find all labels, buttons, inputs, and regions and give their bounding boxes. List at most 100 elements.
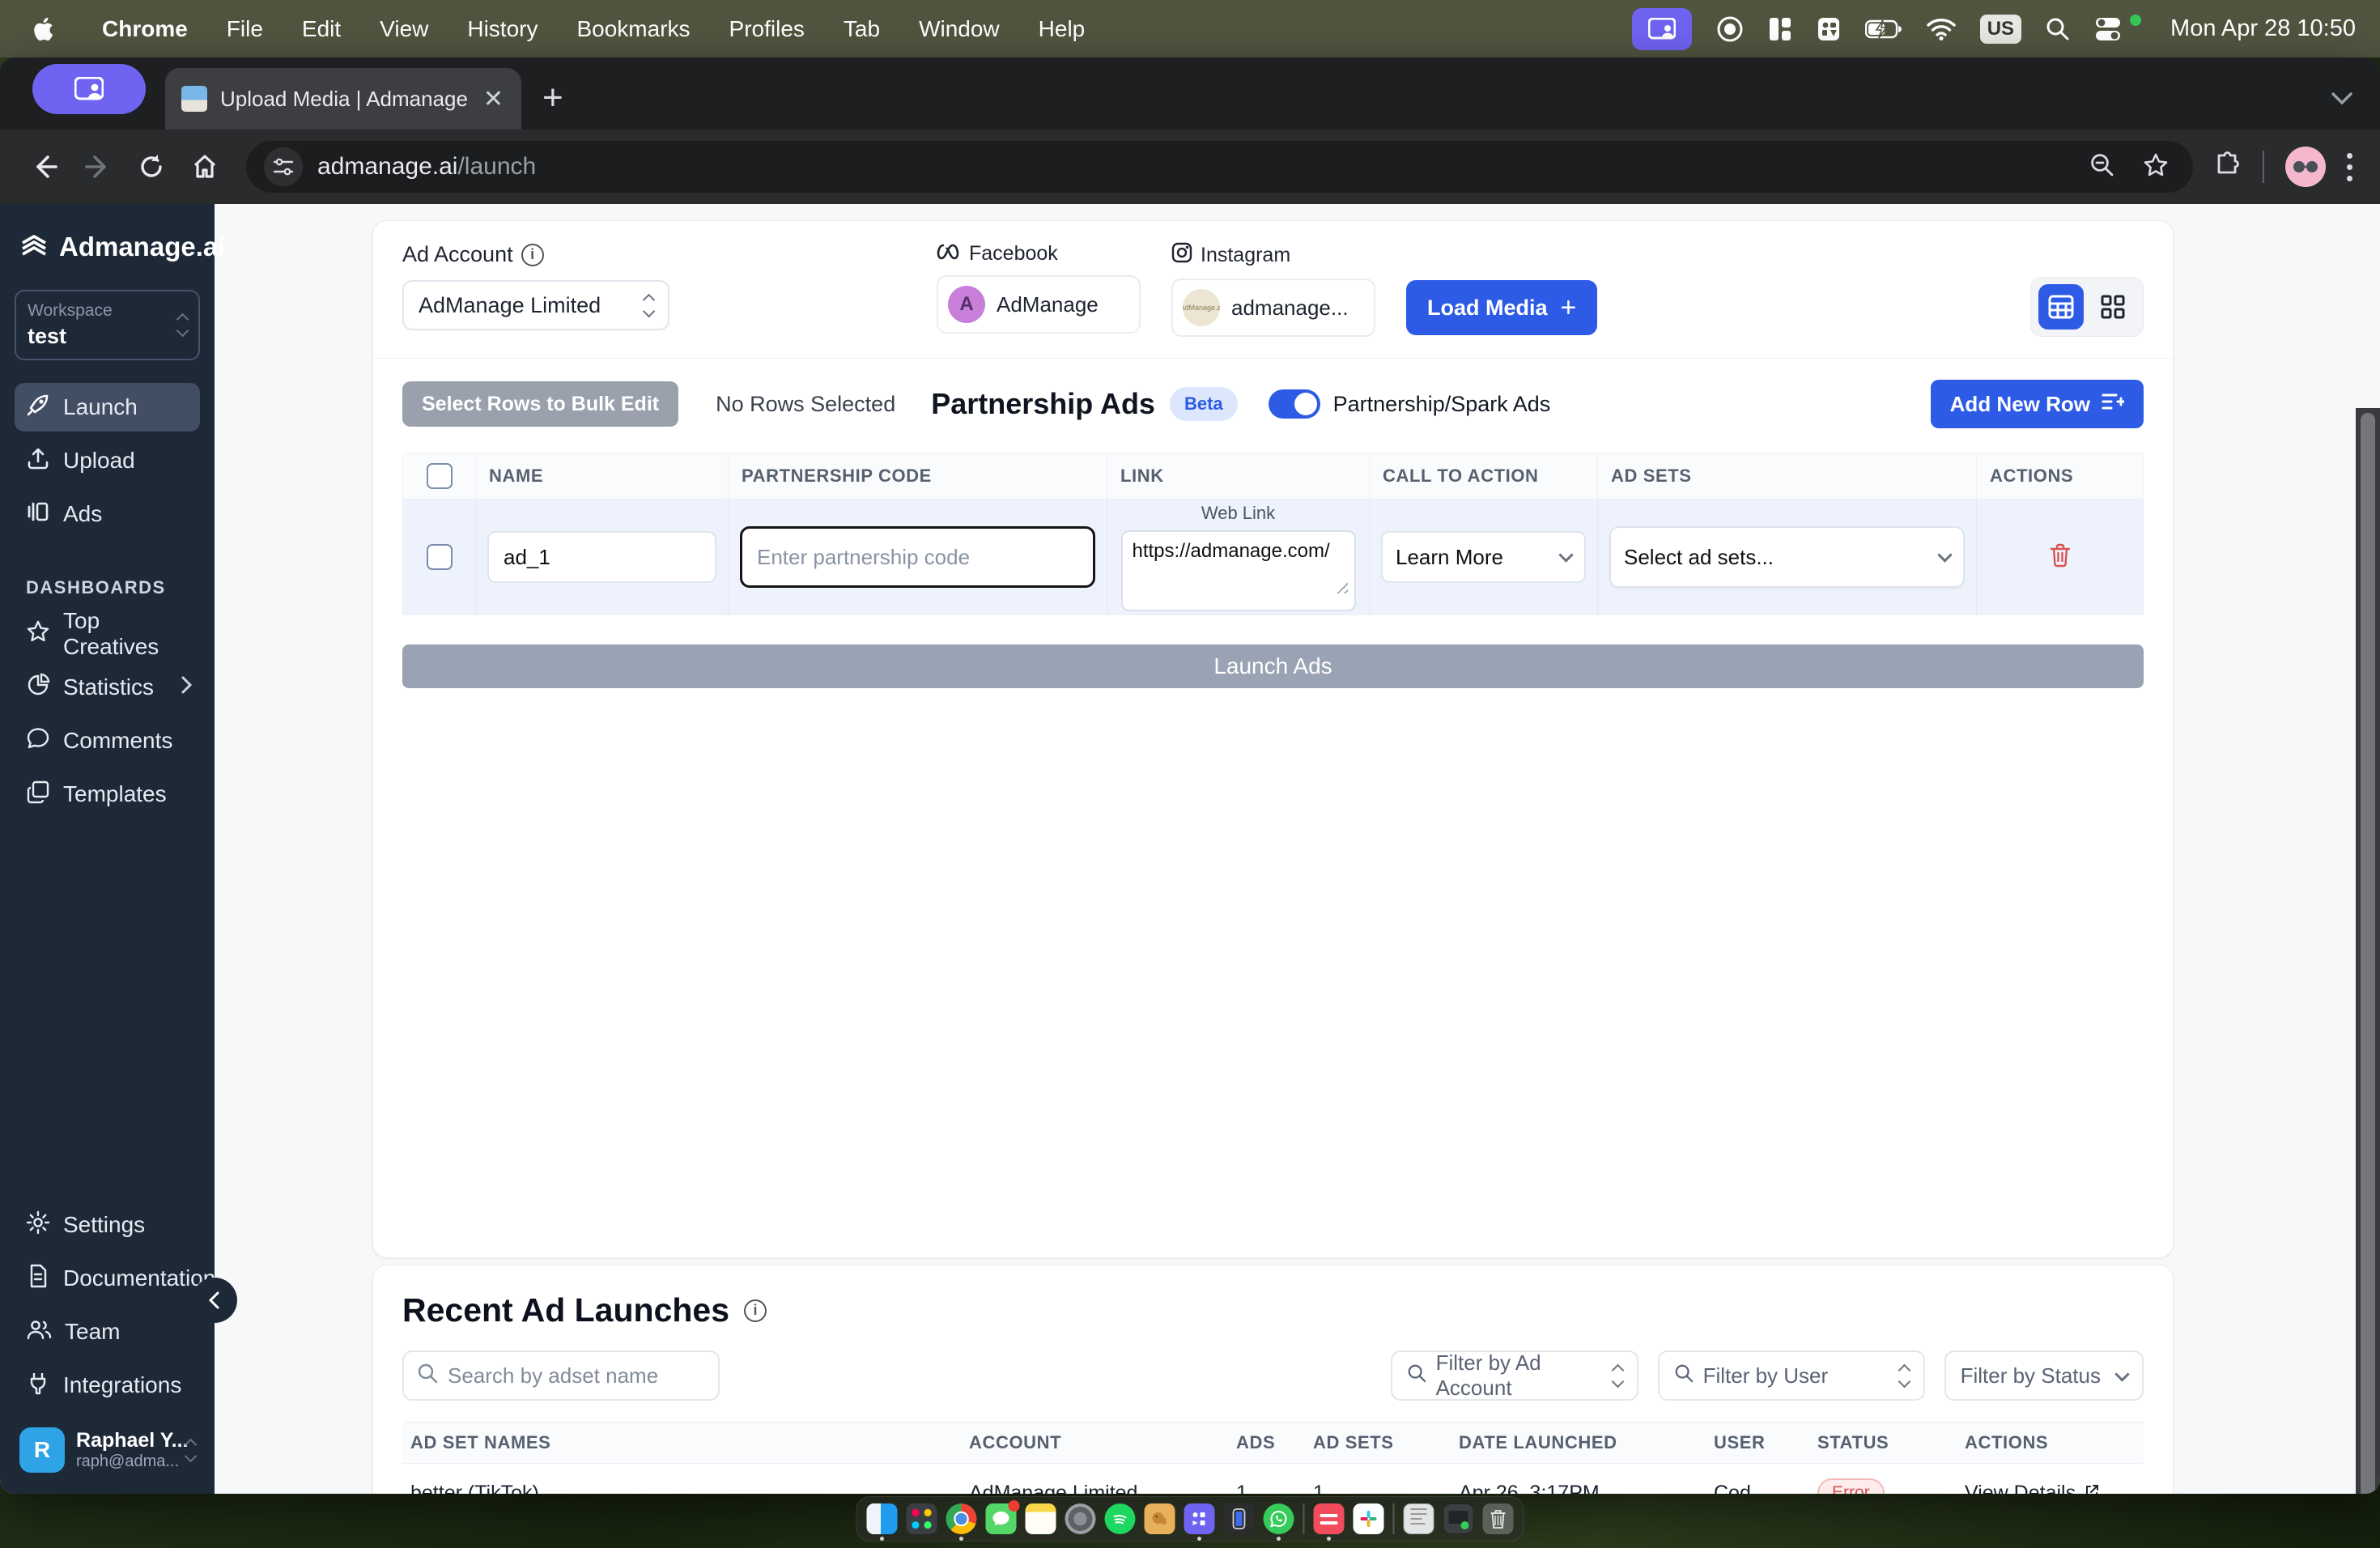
menu-profiles[interactable]: Profiles — [710, 16, 824, 42]
bookmark-star-icon[interactable] — [2143, 152, 2169, 182]
facebook-account-card[interactable]: A AdManage — [937, 275, 1141, 334]
sidebar-item-statistics[interactable]: Statistics — [15, 663, 200, 712]
sidebar-collapse-button[interactable] — [192, 1278, 237, 1323]
sidebar-item-integrations[interactable]: Integrations — [15, 1361, 200, 1410]
sidebar-item-comments[interactable]: Comments — [15, 717, 200, 765]
menu-help[interactable]: Help — [1019, 16, 1105, 42]
ad-account-select[interactable]: AdManage Limited — [402, 280, 669, 330]
menu-tab[interactable]: Tab — [824, 16, 899, 42]
dock-flighty-icon[interactable] — [1313, 1503, 1345, 1541]
info-icon[interactable]: i — [521, 243, 544, 266]
workspace-selector[interactable]: Workspace test — [15, 290, 200, 360]
dock-trash-icon[interactable] — [1482, 1503, 1514, 1534]
load-media-button[interactable]: Load Media + — [1406, 280, 1598, 335]
ad-sets-select[interactable]: Select ad sets... — [1609, 526, 1965, 588]
search-icon[interactable] — [2046, 17, 2070, 41]
menu-file[interactable]: File — [207, 16, 283, 42]
info-icon[interactable]: i — [744, 1299, 767, 1322]
browser-profile-button[interactable] — [32, 63, 146, 114]
dock-spotify-icon[interactable] — [1104, 1503, 1136, 1534]
tab-search-icon[interactable] — [2331, 91, 2352, 110]
plus-icon: + — [1560, 291, 1577, 323]
screen-mirroring-icon[interactable] — [1631, 7, 1692, 50]
new-tab-button[interactable]: + — [542, 78, 563, 118]
extensions-icon[interactable] — [2214, 151, 2242, 183]
dock-iphone-mirroring-icon[interactable] — [1223, 1503, 1255, 1534]
menu-bar-clock[interactable]: Mon Apr 28 10:50 — [2170, 15, 2356, 42]
dock-chrome-icon[interactable] — [946, 1503, 977, 1541]
select-all-checkbox[interactable] — [426, 463, 453, 489]
ad-name-input[interactable] — [487, 531, 716, 583]
apple-menu-icon[interactable] — [24, 16, 62, 42]
call-to-action-select[interactable]: Learn More — [1381, 531, 1586, 583]
sidebar-item-documentation[interactable]: Documentation — [15, 1254, 215, 1303]
sidebar-item-templates[interactable]: Templates — [15, 770, 200, 819]
sidebar-item-launch[interactable]: Launch — [15, 383, 200, 432]
forward-icon[interactable] — [74, 143, 121, 190]
sidebar-item-settings[interactable]: Settings — [15, 1201, 200, 1249]
page-scrollbar[interactable] — [2356, 408, 2380, 1494]
recent-table-row[interactable]: better (TikTok) AdManage Limited 1 1 Apr… — [402, 1464, 2144, 1494]
table-view-button[interactable] — [2038, 284, 2084, 330]
launch-ads-button[interactable]: Launch Ads — [402, 644, 2144, 688]
menu-edit[interactable]: Edit — [283, 16, 360, 42]
sidebar-item-upload[interactable]: Upload — [15, 436, 200, 485]
menu-history[interactable]: History — [448, 16, 557, 42]
grid-view-button[interactable] — [2090, 284, 2136, 330]
instagram-account-card[interactable]: AdManage.ai admanage... — [1171, 279, 1375, 337]
dock-slack-icon[interactable] — [1353, 1503, 1384, 1534]
tab-favicon — [181, 86, 207, 112]
control-center-icon[interactable] — [2094, 16, 2122, 42]
browser-menu-icon[interactable] — [2347, 152, 2352, 181]
delete-row-icon[interactable] — [2049, 543, 2072, 572]
home-icon[interactable] — [181, 143, 228, 190]
app-grid-icon[interactable] — [1817, 16, 1841, 42]
dock-messages-icon[interactable] — [985, 1500, 1020, 1534]
keyboard-layout-indicator[interactable]: US — [1979, 14, 2022, 44]
record-icon[interactable] — [1716, 15, 1744, 43]
dock-notes-icon[interactable] — [1025, 1503, 1056, 1534]
dock-minimized-window[interactable] — [1403, 1503, 1434, 1534]
filter-user[interactable]: Filter by User — [1657, 1350, 1925, 1401]
dock-whatsapp-icon[interactable] — [1263, 1503, 1294, 1541]
site-settings-icon[interactable] — [264, 147, 303, 186]
wifi-icon[interactable] — [1927, 18, 1956, 40]
address-bar[interactable]: admanage.ai/launch — [246, 141, 2193, 193]
row-checkbox[interactable] — [426, 544, 453, 570]
dock-photos-app-icon[interactable] — [1144, 1503, 1175, 1534]
web-link-textarea[interactable] — [1120, 530, 1356, 611]
dock-launchpad-icon[interactable] — [906, 1503, 937, 1534]
dock-system-settings-icon[interactable] — [1065, 1503, 1096, 1534]
reload-icon[interactable] — [128, 143, 175, 190]
menu-bookmarks[interactable]: Bookmarks — [557, 16, 709, 42]
sidebar-item-ads[interactable]: Ads — [15, 490, 200, 538]
active-tab[interactable]: Upload Media | Admanage.ai ✕ — [165, 68, 521, 130]
dock-minimized-window-dark[interactable] — [1443, 1503, 1474, 1534]
tab-title: Upload Media | Admanage.ai — [220, 86, 467, 111]
add-new-row-button[interactable]: Add New Row — [1930, 380, 2144, 428]
menu-view[interactable]: View — [360, 16, 448, 42]
scrollbar-thumb[interactable] — [2361, 413, 2375, 1494]
rocket-icon — [26, 393, 50, 423]
filter-status[interactable]: Filter by Status — [1944, 1350, 2144, 1401]
tab-close-icon[interactable]: ✕ — [480, 85, 507, 113]
filter-ad-account[interactable]: Filter by Ad Account — [1390, 1350, 1638, 1401]
partnership-code-input[interactable] — [740, 526, 1095, 588]
battery-charging-icon[interactable] — [1864, 19, 1902, 39]
menu-window[interactable]: Window — [899, 16, 1019, 42]
dock-screen-studio-icon[interactable] — [1184, 1503, 1215, 1541]
app-logo[interactable]: Admanage.ai — [15, 232, 225, 262]
partnership-toggle[interactable] — [1268, 389, 1320, 419]
user-profile[interactable]: R Raphael Y... raph@adma... — [15, 1427, 200, 1473]
browser-avatar[interactable] — [2285, 147, 2326, 187]
adset-search-input[interactable]: Search by adset name — [402, 1350, 720, 1401]
sidebar-item-top-creatives[interactable]: Top Creatives — [15, 608, 200, 659]
window-tiling-icon[interactable] — [1768, 16, 1792, 42]
menu-chrome[interactable]: Chrome — [83, 16, 207, 42]
dock-finder-icon[interactable] — [866, 1503, 898, 1541]
view-details-link[interactable]: View Details — [1957, 1464, 2144, 1494]
sidebar-item-team[interactable]: Team — [15, 1308, 200, 1356]
zoom-out-indicator-icon[interactable] — [2089, 152, 2115, 182]
back-icon[interactable] — [21, 143, 68, 190]
bulk-edit-button[interactable]: Select Rows to Bulk Edit — [402, 381, 679, 427]
